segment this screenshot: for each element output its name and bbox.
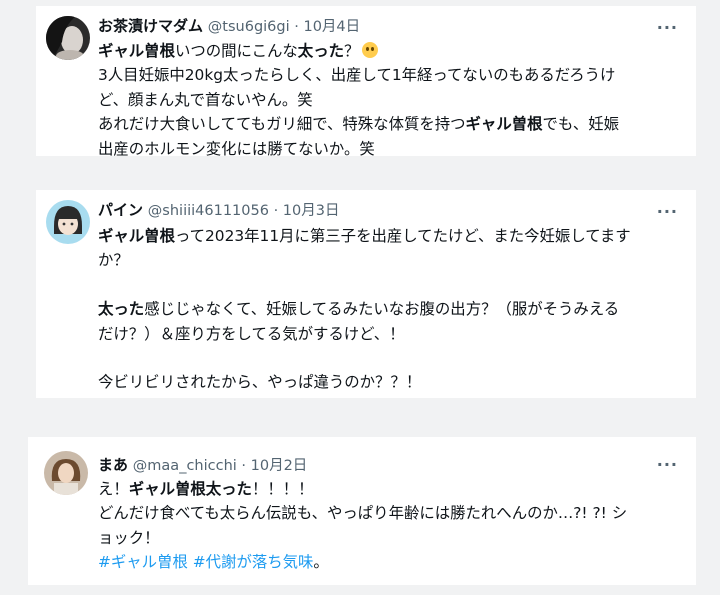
tweet-text-line: ど、顔まん丸で首ないやん。笑 xyxy=(98,88,678,112)
text-segment: 感じじゃなくて、妊娠してるみたいなお腹の出方？（服がそうみえる xyxy=(144,300,620,319)
tweet-card[interactable]: パイン @shiiii46111056 · 10月3日 ··· ギャル曽根って2… xyxy=(36,190,696,398)
handle-and-date[interactable]: @maa_chicchi · 10月2日 xyxy=(133,458,308,474)
hashtag-link[interactable]: #ギャル曽根 xyxy=(98,553,188,571)
text-segment: でも、妊娠 xyxy=(542,115,620,134)
text-segment: か？ xyxy=(98,251,129,270)
text-segment: 3人目妊娠中20kg太ったらしく、出産して1年経ってないのもあるだろうけ xyxy=(98,66,616,85)
tweet-text: え！ギャル曽根太った！！！！ どんだけ食べても太らん伝説も、やっぱり年齢には勝たれ… xyxy=(98,477,678,575)
thinking-face-emoji-icon xyxy=(362,42,379,58)
tweet-text: ギャル曽根って2023年11月に第三子を出産してたけど、また今妊娠してます か？ … xyxy=(98,224,678,395)
keyword-highlight: ギャル曽根 xyxy=(98,42,175,60)
author-name[interactable]: お茶漬けマダム xyxy=(98,17,203,35)
tweet-text-line: え！ギャル曽根太った！！！！ xyxy=(98,477,678,501)
tweet-text-line: か？ xyxy=(98,248,678,272)
handle-and-date[interactable]: @tsu6gi6gi · 10月4日 xyxy=(208,19,360,35)
text-segment: ョック！ xyxy=(98,528,160,547)
tweet-text-line: ギャル曽根って2023年11月に第三子を出産してたけど、また今妊娠してます xyxy=(98,224,678,248)
keyword-highlight: 太った xyxy=(98,300,145,319)
keyword-highlight: ギャル曽根 xyxy=(465,115,543,134)
tweet-text-line: 太った感じじゃなくて、妊娠してるみたいなお腹の出方？（服がそうみえる xyxy=(98,297,678,321)
text-segment: 。 xyxy=(313,553,329,572)
tweet-text: ギャル曽根いつの間にこんな太った？ 3人目妊娠中20kg太ったらしく、出産して1年… xyxy=(98,39,678,161)
tweet-header: お茶漬けマダム @tsu6gi6gi · 10月4日 xyxy=(98,15,360,37)
avatar[interactable] xyxy=(44,451,88,495)
tweet-text-line: あれだけ大食いしててもガリ細で、特殊な体質を持つギャル曽根でも、妊娠 xyxy=(98,112,678,136)
text-segment: って2023年11月に第三子を出産してたけど、また今妊娠してます xyxy=(174,227,631,245)
more-options-icon[interactable]: ··· xyxy=(657,455,678,474)
tweet-text-line: #ギャル曽根 #代謝が落ち気味。 xyxy=(98,550,678,574)
tweet-header: まあ @maa_chicchi · 10月2日 xyxy=(98,454,307,476)
text-segment: どんだけ食べても太らん伝説も、やっぱり年齢には勝たれへんのか…?! ?! シ xyxy=(98,504,628,523)
text-segment: あれだけ大食いしててもガリ細で、特殊な体質を持つ xyxy=(98,115,466,134)
more-options-icon[interactable]: ··· xyxy=(657,202,678,221)
tweet-card[interactable]: まあ @maa_chicchi · 10月2日 ··· え！ギャル曽根太った！！… xyxy=(28,437,696,585)
tweet-text-line: 出産のホルモン変化には勝てないか。笑 xyxy=(98,137,678,161)
more-options-icon[interactable]: ··· xyxy=(657,18,678,37)
avatar[interactable] xyxy=(46,200,90,244)
keyword-highlight: 太った xyxy=(297,42,344,60)
tweet-header: パイン @shiiii46111056 · 10月3日 xyxy=(98,199,339,221)
tweet-text-line: ョック！ xyxy=(98,526,678,550)
text-segment: 出産のホルモン変化には勝てないか。笑 xyxy=(98,139,375,158)
text-segment: ？ xyxy=(343,42,360,60)
hashtag-link[interactable]: #代謝が落ち気味 xyxy=(193,553,314,571)
tweet-text-line xyxy=(98,346,678,370)
text-segment: え！ xyxy=(98,480,129,498)
tweet-text-line: 今ビリビリされたから、やっぱ違うのか？？！ xyxy=(98,370,678,394)
tweet-text-line: ギャル曽根いつの間にこんな太った？ xyxy=(98,39,678,63)
keyword-highlight: ギャル曽根 xyxy=(98,227,175,245)
avatar[interactable] xyxy=(46,16,90,60)
text-segment: ど、顔まん丸で首ないやん。笑 xyxy=(98,90,313,109)
tweet-card[interactable]: お茶漬けマダム @tsu6gi6gi · 10月4日 ··· ギャル曽根いつの間… xyxy=(36,6,696,158)
tweet-text-line xyxy=(98,273,678,297)
tweet-text-line: どんだけ食べても太らん伝説も、やっぱり年齢には勝たれへんのか…?! ?! シ xyxy=(98,501,678,525)
text-segment: ！！！！ xyxy=(251,480,314,498)
text-segment: だけ？）＆座り方をしてる気がするけど、！ xyxy=(98,324,405,343)
text-segment: 今ビリビリされたから、やっぱ違うのか？？！ xyxy=(98,373,422,392)
author-name[interactable]: パイン xyxy=(98,201,143,219)
tweet-text-line: 3人目妊娠中20kg太ったらしく、出産して1年経ってないのもあるだろうけ xyxy=(98,63,678,87)
handle-and-date[interactable]: @shiiii46111056 · 10月3日 xyxy=(148,203,340,219)
keyword-highlight: ギャル曽根太った xyxy=(128,480,252,498)
tweet-text-line: だけ？）＆座り方をしてる気がするけど、！ xyxy=(98,322,678,346)
author-name[interactable]: まあ xyxy=(98,456,128,474)
text-segment: いつの間にこんな xyxy=(174,42,298,60)
